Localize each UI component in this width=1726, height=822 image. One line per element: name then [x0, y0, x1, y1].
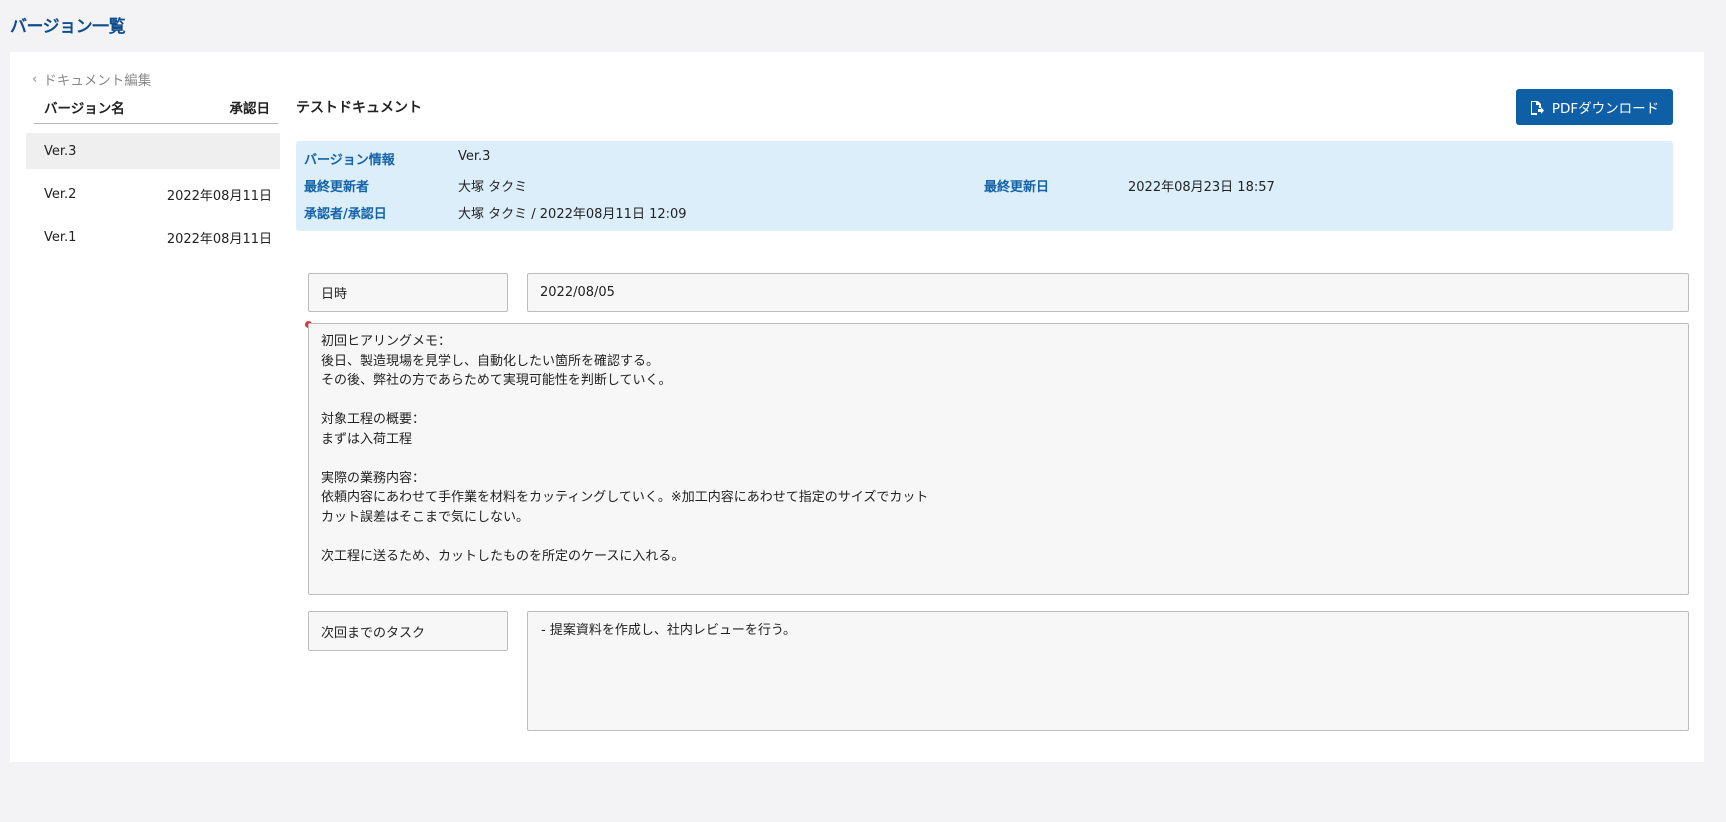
approver-label: 承認者/承認日 — [304, 207, 387, 222]
approver-value: 大塚 タクミ / 2022年08月11日 12:09 — [458, 207, 687, 222]
date-field: 2022/08/05 — [527, 273, 1689, 312]
version-info-value: Ver.3 — [458, 149, 491, 164]
task-field: - 提案資料を作成し、社内レビューを行う。 — [527, 611, 1689, 731]
version-list: Ver.3 Ver.2 2022年08月11日 Ver.1 2022年08月11… — [26, 133, 280, 262]
memo-field: 初回ヒアリングメモ： 後日、製造現場を見学し、自動化したい箇所を確認する。 その… — [308, 323, 1689, 595]
last-updater-label: 最終更新者 — [304, 180, 370, 195]
back-link-label: ドキュメント編集 — [43, 73, 152, 89]
version-item-name: Ver.1 — [44, 229, 77, 245]
date-field-label: 日時 — [308, 273, 508, 312]
version-item-date: 2022年08月11日 — [166, 188, 272, 204]
version-name-header: バージョン名 — [44, 101, 125, 117]
page-title: バージョン一覧 — [10, 17, 126, 37]
version-item-name: Ver.2 — [44, 186, 77, 202]
chevron-left-icon: ‹ — [32, 71, 38, 87]
main-card: ‹ ドキュメント編集 バージョン名 承認日 Ver.3 Ver.2 2022年0… — [10, 52, 1704, 762]
version-item-name: Ver.3 — [44, 143, 77, 159]
version-info-panel: バージョン情報 Ver.3 最終更新者 大塚 タクミ 最終更新日 2022年08… — [296, 141, 1673, 231]
version-item-date: 2022年08月11日 — [166, 231, 272, 247]
pdf-download-button[interactable]: PDFダウンロード — [1516, 89, 1673, 125]
version-item-ver3[interactable]: Ver.3 — [26, 133, 280, 169]
pdf-download-icon — [1530, 100, 1544, 115]
version-info-label: バージョン情報 — [304, 153, 395, 168]
last-updater-value: 大塚 タクミ — [458, 180, 528, 195]
document-title: テストドキュメント — [296, 100, 422, 116]
last-updated-value: 2022年08月23日 18:57 — [1128, 180, 1275, 195]
version-item-ver2[interactable]: Ver.2 2022年08月11日 — [26, 176, 280, 212]
pdf-download-label: PDFダウンロード — [1551, 101, 1660, 117]
version-list-header: バージョン名 承認日 — [34, 91, 278, 124]
back-to-document-edit-link[interactable]: ‹ ドキュメント編集 — [32, 69, 152, 90]
task-field-label: 次回までのタスク — [308, 611, 508, 651]
approval-date-header: 承認日 — [229, 101, 271, 117]
version-item-ver1[interactable]: Ver.1 2022年08月11日 — [26, 219, 280, 255]
last-updated-label: 最終更新日 — [984, 180, 1050, 195]
